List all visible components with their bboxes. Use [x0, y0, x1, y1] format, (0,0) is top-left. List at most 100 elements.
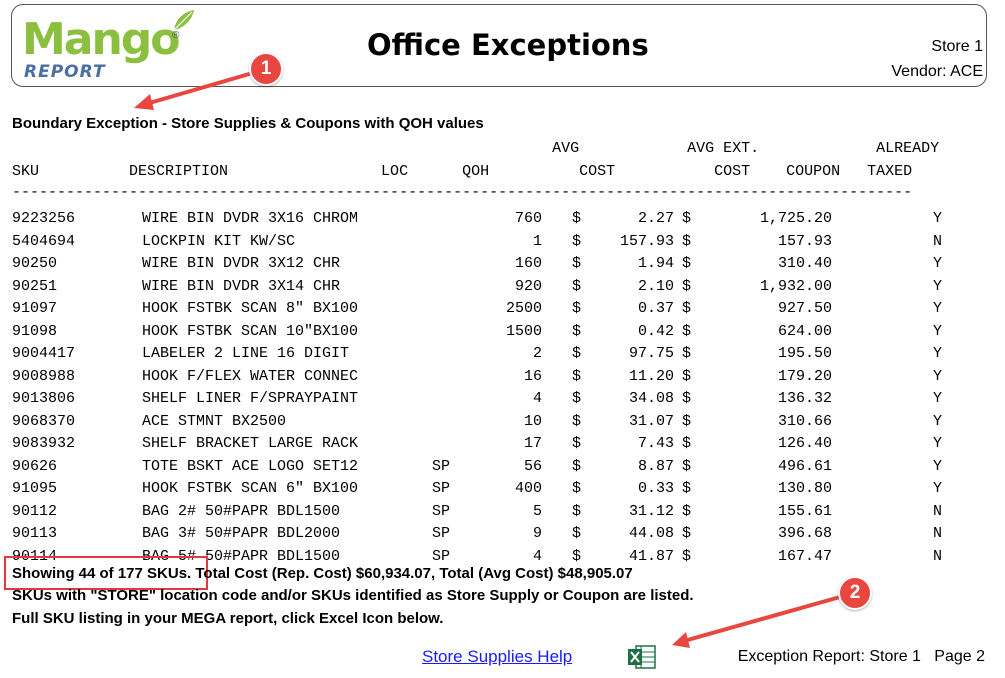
row-currency-cost: $	[572, 232, 582, 250]
row-description: ACE STMNT BX2500	[142, 412, 287, 430]
row-currency-cost: $	[572, 300, 582, 317]
row-avg-ext-cost: 130.80	[777, 480, 832, 497]
row-currency-ext: $	[682, 232, 692, 250]
row-avg-cost: 1.94	[637, 255, 674, 272]
row-currency-cost: $	[572, 367, 582, 385]
row-sku: 91098	[12, 322, 58, 340]
row-already-taxed: N	[932, 502, 942, 520]
table-header-rule: ----------------------------------------…	[12, 184, 913, 201]
table-row: 90112 BAG 2# 50#PAPR BDL1500 SP 5 $31.12 $155…	[12, 501, 982, 524]
row-already-taxed: Y	[932, 322, 942, 340]
table-header-line1: AVG AVG EXT. ALREADY	[12, 140, 940, 157]
annotation-arrow-2	[682, 595, 842, 643]
row-currency-cost: $	[572, 502, 582, 520]
row-currency-ext: $	[682, 322, 692, 340]
store-name: Store 1	[931, 38, 983, 55]
row-currency-ext: $	[682, 502, 692, 520]
store-supplies-help-link[interactable]: Store Supplies Help	[422, 647, 572, 667]
row-currency-cost: $	[572, 277, 582, 295]
vendor-name: Vendor: ACE	[891, 63, 983, 80]
row-avg-ext-cost: 927.50	[777, 300, 832, 317]
row-avg-cost: 8.87	[637, 457, 674, 475]
report-name: Exception Report: Store 1	[737, 648, 921, 665]
row-qoh: 2500	[505, 300, 542, 317]
row-avg-cost: 0.37	[637, 300, 674, 317]
row-avg-ext-cost: 310.40	[777, 255, 832, 272]
row-sku: 90626	[12, 457, 58, 475]
row-avg-cost: 41.87	[628, 547, 674, 565]
row-already-taxed: Y	[932, 210, 942, 227]
row-currency-ext: $	[682, 480, 692, 497]
annotation-badge-1: 1	[249, 52, 283, 86]
table-row: 9013806 SHELF LINER F/SPRAYPAINT 4 $34.08 $1…	[12, 388, 982, 411]
row-qoh: 17	[523, 435, 542, 452]
row-already-taxed: N	[932, 232, 942, 250]
row-avg-ext-cost: 496.61	[777, 457, 832, 475]
row-avg-cost: 44.08	[628, 525, 674, 542]
row-avg-ext-cost: 195.50	[777, 345, 832, 362]
row-currency-ext: $	[682, 412, 692, 430]
row-description: HOOK FSTBK SCAN 8" BX100	[142, 300, 359, 317]
row-sku: 91097	[12, 300, 58, 317]
row-avg-cost: 31.07	[628, 412, 674, 430]
row-description: WIRE BIN DVDR 3X14 CHR	[142, 277, 341, 295]
row-sku: 90251	[12, 277, 58, 295]
summary-mega-note: Full SKU listing in your MEGA report, cl…	[12, 610, 444, 627]
row-description: SHELF LINER F/SPRAYPAINT	[142, 390, 359, 407]
row-description: BAG 3# 50#PAPR BDL2000	[142, 525, 341, 542]
row-avg-ext-cost: 310.66	[777, 412, 832, 430]
row-sku: 90113	[12, 525, 58, 542]
row-avg-cost: 2.10	[637, 277, 674, 295]
page-title: Office Exceptions	[367, 28, 649, 62]
table-row: 91097 HOOK FSTBK SCAN 8" BX100 2500 $0.37 $9…	[12, 298, 982, 321]
row-avg-cost: 31.12	[628, 502, 674, 520]
row-qoh: 1	[532, 232, 542, 250]
row-currency-cost: $	[572, 525, 582, 542]
row-currency-ext: $	[682, 255, 692, 272]
row-description: WIRE BIN DVDR 3X12 CHR	[142, 255, 341, 272]
row-currency-ext: $	[682, 457, 692, 475]
footer-report-label: Exception Report: Store 1 Page 2	[738, 648, 985, 666]
table-header-line2: SKU DESCRIPTION LOC QOH COST COST COUPON…	[12, 162, 913, 180]
row-avg-cost: 157.93	[619, 232, 674, 250]
table-row: 9008988 HOOK F/FLEX WATER CONNEC 16 $11.20 $…	[12, 366, 982, 389]
row-location: SP	[432, 457, 451, 475]
table-row: 9068370 ACE STMNT BX2500 10 $31.07 $310.66 Y	[12, 411, 982, 434]
table-row: 90626 TOTE BSKT ACE LOGO SET12 SP 56 $8.87 $4…	[12, 456, 982, 479]
row-description: LABELER 2 LINE 16 DIGIT	[142, 345, 350, 362]
row-already-taxed: Y	[932, 412, 942, 430]
row-currency-cost: $	[572, 255, 582, 272]
row-description: HOOK F/FLEX WATER CONNEC	[142, 367, 359, 385]
excel-icon[interactable]	[627, 644, 657, 670]
row-already-taxed: Y	[932, 300, 942, 317]
logo-wordmark: Mango	[22, 14, 181, 65]
summary-store-note: SKUs with "STORE" location code and/or S…	[12, 587, 694, 604]
row-sku: 9068370	[12, 412, 76, 430]
annotation-arrowhead-1	[134, 94, 154, 110]
row-location: SP	[432, 525, 451, 542]
row-avg-ext-cost: 136.32	[777, 390, 832, 407]
row-currency-cost: $	[572, 480, 582, 497]
row-qoh: 10	[523, 412, 542, 430]
row-avg-ext-cost: 155.61	[777, 502, 832, 520]
row-avg-cost: 11.20	[628, 367, 674, 385]
table-row: 9083932 SHELF BRACKET LARGE RACK 17 $7.43 $1…	[12, 433, 982, 456]
row-avg-ext-cost: 179.20	[777, 367, 832, 385]
row-sku: 9013806	[12, 390, 76, 407]
row-sku: 9008988	[12, 367, 76, 385]
row-currency-cost: $	[572, 345, 582, 362]
row-avg-ext-cost: 1,725.20	[759, 210, 832, 227]
row-currency-ext: $	[682, 277, 692, 295]
row-currency-cost: $	[572, 322, 582, 340]
table-row: 90251 WIRE BIN DVDR 3X14 CHR 920 $2.10 $1,93…	[12, 276, 982, 299]
row-avg-ext-cost: 167.47	[777, 547, 832, 565]
row-currency-cost: $	[572, 457, 582, 475]
row-qoh: 1500	[505, 322, 542, 340]
row-qoh: 920	[514, 277, 542, 295]
table-row: 9004417 LABELER 2 LINE 16 DIGIT 2 $97.75 $19…	[12, 343, 982, 366]
row-avg-cost: 34.08	[628, 390, 674, 407]
row-avg-cost: 2.27	[637, 210, 674, 227]
row-already-taxed: Y	[932, 390, 942, 407]
row-avg-ext-cost: 157.93	[777, 232, 832, 250]
row-location: SP	[432, 502, 451, 520]
